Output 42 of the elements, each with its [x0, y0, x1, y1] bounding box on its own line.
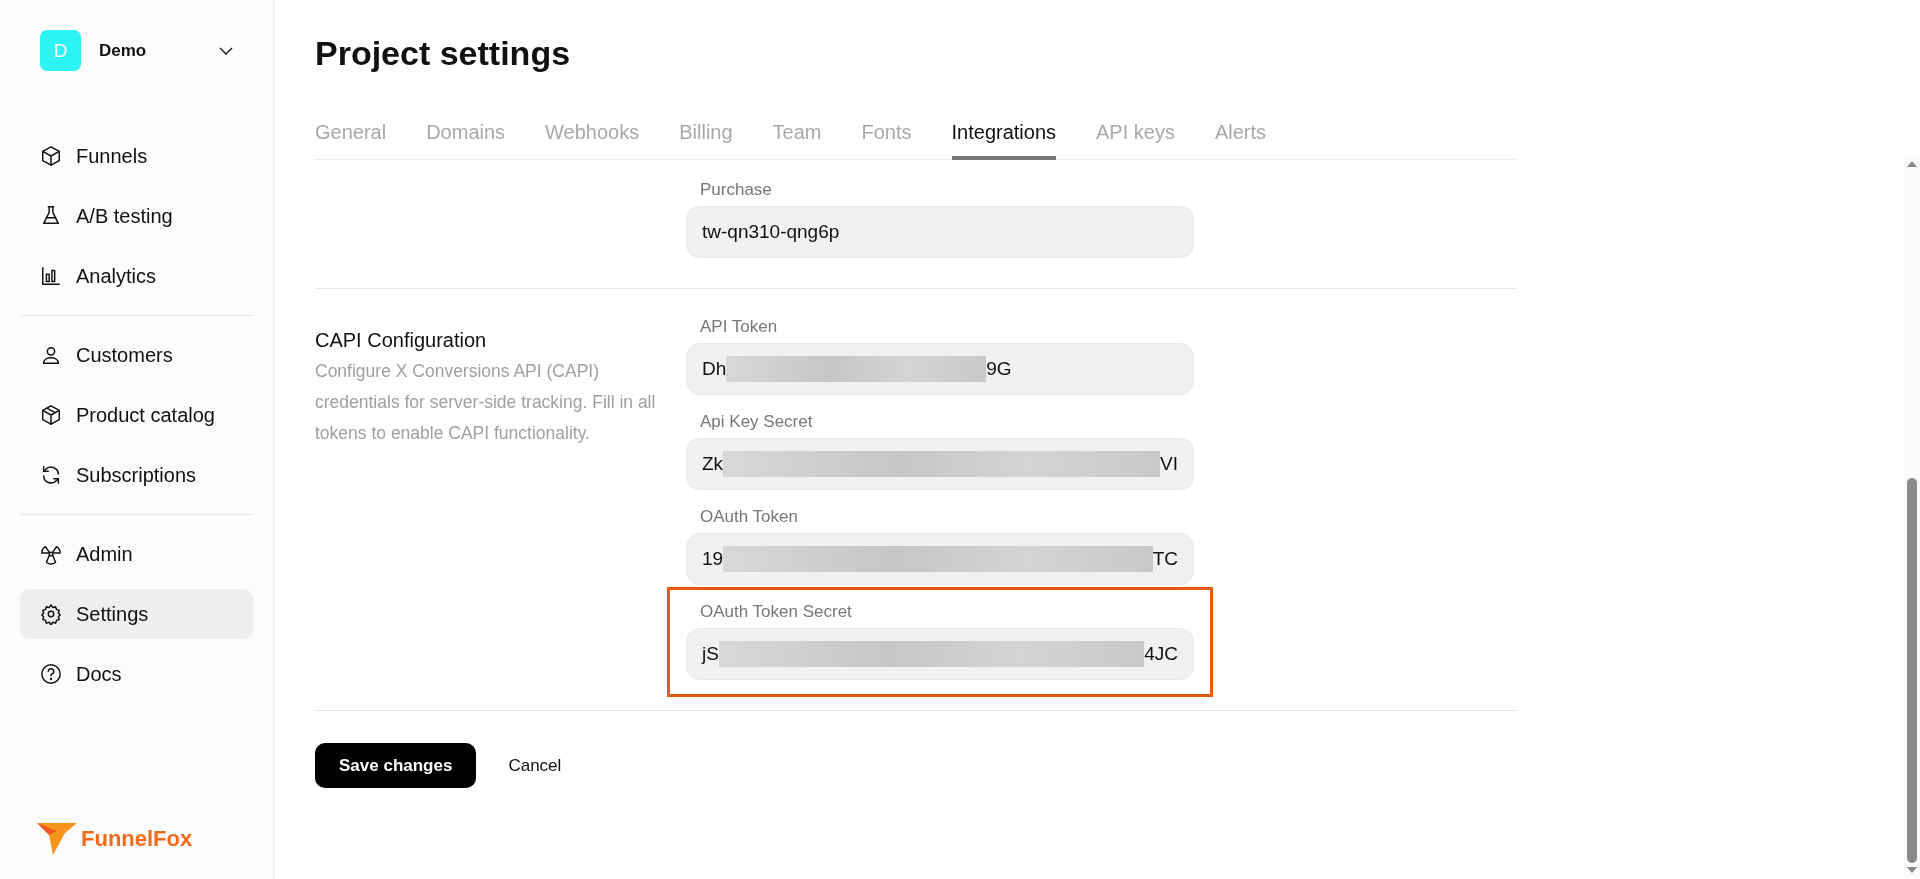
- scrollbar-thumb[interactable]: [1907, 478, 1917, 863]
- sidebar-item[interactable]: Product catalog: [20, 390, 253, 440]
- field-label: OAuth Token: [699, 507, 799, 527]
- sidebar-item[interactable]: Analytics: [20, 251, 253, 301]
- input-field[interactable]: Dh 9G: [686, 343, 1194, 395]
- input-field[interactable]: jS 4JC: [686, 628, 1194, 680]
- input-field[interactable]: Zk VI: [686, 438, 1194, 490]
- section-title: CAPI Configuration: [315, 329, 488, 352]
- refresh-icon: [40, 464, 62, 486]
- save-button[interactable]: Save changes: [315, 743, 477, 788]
- fox-logo-icon: [37, 823, 77, 855]
- chevron-down-icon[interactable]: [219, 46, 233, 55]
- field-label: OAuth Token Secret: [699, 602, 853, 622]
- settings-icon: [40, 603, 62, 625]
- sidebar-item[interactable]: Admin: [20, 529, 253, 579]
- workspace-name[interactable]: Demo: [99, 40, 201, 61]
- sidebar-item[interactable]: Settings: [20, 589, 253, 639]
- radiation-icon: [40, 543, 62, 565]
- workspace-avatar: D: [40, 30, 81, 71]
- section-description: Configure X Conversions API (CAPI) credentials for server-side tracking. Fill in all tokens to enable CAPI functionality.: [315, 360, 656, 445]
- tab[interactable]: Integrations: [951, 121, 1057, 160]
- field-label: Purchase: [699, 180, 773, 200]
- page-title: Project settings: [315, 34, 572, 73]
- sidebar-item[interactable]: A/B testing: [20, 191, 253, 241]
- sidebar-item[interactable]: Customers: [20, 330, 253, 380]
- flask-icon: [40, 205, 62, 227]
- scrollbar[interactable]: [1904, 155, 1920, 879]
- field-label: Api Key Secret: [699, 412, 814, 432]
- scroll-up-icon[interactable]: [1907, 161, 1917, 167]
- input-field[interactable]: tw-qn310-qng6p: [686, 206, 1194, 258]
- sidebar-item[interactable]: Docs: [20, 649, 253, 699]
- sidebar-item[interactable]: Funnels: [20, 131, 253, 181]
- bar-chart-icon: [40, 265, 62, 287]
- sidebar-item[interactable]: Subscriptions: [20, 450, 253, 500]
- cube-icon: [40, 145, 62, 167]
- box-icon: [40, 404, 62, 426]
- user-icon: [40, 344, 62, 366]
- cancel-button[interactable]: Cancel: [502, 755, 568, 776]
- help-icon: [40, 663, 62, 685]
- scroll-down-icon[interactable]: [1907, 867, 1917, 873]
- field-label: API Token: [699, 317, 779, 337]
- input-field[interactable]: 19 TC: [686, 533, 1194, 585]
